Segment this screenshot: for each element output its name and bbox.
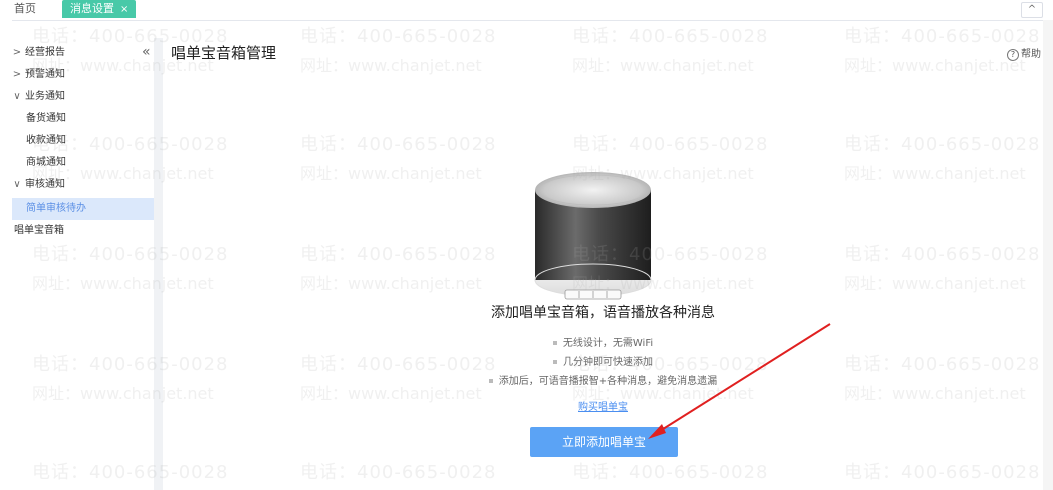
feature-text: 几分钟即可快速添加 xyxy=(563,357,653,368)
page-header: 唱单宝音箱管理 ? 帮助 xyxy=(163,38,1053,67)
promo-headline: 添加唱单宝音箱，语音播放各种消息 xyxy=(491,305,715,321)
sidebar-item-label: 预警通知 xyxy=(25,69,65,80)
sidebar-item-payment-notice[interactable]: 收款通知 xyxy=(12,130,154,152)
sidebar-item-label: 业务通知 xyxy=(25,91,65,102)
sidebar-item-business-report[interactable]: > 经营报告 xyxy=(12,42,154,64)
sidebar-item-label: 简单审核待办 xyxy=(26,203,86,214)
sidebar-item-label: 商城通知 xyxy=(26,157,66,168)
sidebar-item-label: 收款通知 xyxy=(26,135,66,146)
bullet-icon xyxy=(488,379,493,383)
chevron-down-icon: ∨ xyxy=(13,91,21,102)
chevron-down-icon: ∨ xyxy=(13,179,21,190)
sidebar-item-stock-notice[interactable]: 备货通知 xyxy=(12,108,154,130)
speaker-image xyxy=(533,132,653,322)
sidebar-divider xyxy=(154,38,163,490)
chevron-right-icon: > xyxy=(12,47,22,58)
sidebar-item-mall-notice[interactable]: 商城通知 xyxy=(12,152,154,174)
feature-item: 无线设计，无需WiFi xyxy=(163,334,1043,349)
page-title: 唱单宝音箱管理 xyxy=(171,44,277,62)
tab-message-settings[interactable]: 消息设置 × xyxy=(62,0,137,18)
tab-home[interactable]: 首页 xyxy=(14,0,36,18)
sidebar-item-label: 经营报告 xyxy=(25,47,65,58)
buy-speaker-link[interactable]: 购买唱单宝 xyxy=(163,398,1043,413)
main-content: 添加唱单宝音箱，语音播放各种消息 无线设计，无需WiFi 几分钟即可快速添加 添… xyxy=(163,66,1043,490)
scrollbar[interactable] xyxy=(1043,20,1053,490)
feature-item: 添加后，可语音播报智+各种消息，避免消息遗漏 xyxy=(163,372,1043,387)
chevron-up-icon[interactable]: ^ xyxy=(1021,2,1043,18)
sidebar: > 经营报告 > 预警通知 ∨ 业务通知 备货通知 收款通知 商城通知 ∨ 审核通知 简… xyxy=(12,38,154,490)
feature-text: 添加后，可语音播报智+各种消息，避免消息遗漏 xyxy=(498,376,718,387)
help-icon: ? xyxy=(1007,49,1019,61)
bullet-icon xyxy=(552,341,557,345)
collapse-sidebar-icon[interactable]: « xyxy=(142,44,151,60)
sidebar-item-audit-notice[interactable]: ∨ 审核通知 xyxy=(12,174,154,196)
sidebar-item-simple-audit-todo[interactable]: 简单审核待办 xyxy=(12,198,154,220)
close-icon[interactable]: × xyxy=(120,4,128,15)
sidebar-item-speaker[interactable]: 唱单宝音箱 xyxy=(12,220,154,242)
sidebar-item-label: 备货通知 xyxy=(26,113,66,124)
left-edge xyxy=(0,20,12,490)
sidebar-item-label: 唱单宝音箱 xyxy=(14,225,64,236)
sidebar-item-warning-notice[interactable]: > 预警通知 xyxy=(12,64,154,86)
feature-text: 无线设计，无需WiFi xyxy=(562,338,654,349)
bullet-icon xyxy=(553,360,557,364)
add-speaker-button[interactable]: 立即添加唱单宝 xyxy=(530,427,678,457)
chevron-right-icon: > xyxy=(12,69,22,80)
sidebar-item-label: 审核通知 xyxy=(25,179,65,190)
tab-label: 消息设置 xyxy=(70,2,114,15)
feature-item: 几分钟即可快速添加 xyxy=(163,353,1043,368)
help-label: 帮助 xyxy=(1021,49,1041,60)
help-link[interactable]: ? 帮助 xyxy=(1007,45,1041,61)
tab-bar: 首页 消息设置 × ^ xyxy=(0,0,1053,21)
sidebar-item-business-notice[interactable]: ∨ 业务通知 xyxy=(12,86,154,108)
